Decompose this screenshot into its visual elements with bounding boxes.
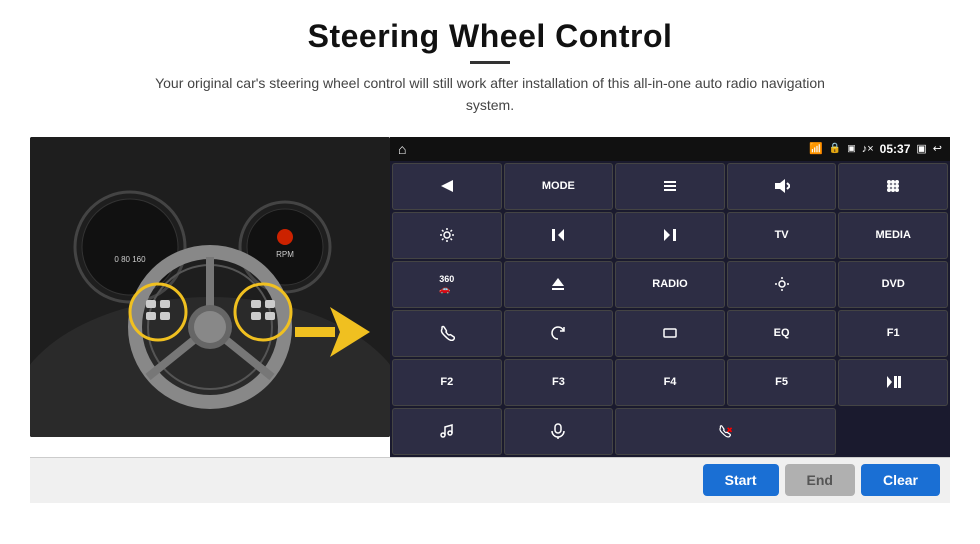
subtitle: Your original car's steering wheel contr… [140, 72, 840, 117]
btn-f1[interactable]: F1 [838, 310, 948, 357]
back-icon[interactable]: ↩ [933, 142, 942, 155]
page-title: Steering Wheel Control [140, 18, 840, 55]
btn-menu[interactable] [615, 163, 725, 210]
wifi-icon: 📶 [809, 142, 823, 155]
btn-eq[interactable]: EQ [727, 310, 837, 357]
btn-send[interactable] [392, 163, 502, 210]
home-icon[interactable]: ⌂ [398, 141, 406, 157]
btn-mode[interactable]: MODE [504, 163, 614, 210]
btn-playpause[interactable] [838, 359, 948, 406]
steering-illustration: 0 80 160 RPM [30, 137, 390, 437]
btn-mute[interactable] [727, 163, 837, 210]
btn-360-label: 360🚗 [439, 274, 454, 295]
content-row: 0 80 160 RPM [30, 137, 950, 457]
title-divider [470, 61, 510, 64]
button-grid: MODE TV MEDIA 360🚗 RADIO DVD [390, 161, 950, 457]
svg-text:0 80 160: 0 80 160 [114, 255, 146, 264]
btn-360[interactable]: 360🚗 [392, 261, 502, 308]
time-display: 05:37 [880, 142, 911, 156]
btn-rect[interactable] [615, 310, 725, 357]
btn-f1-label: F1 [887, 327, 900, 339]
control-panel: ⌂ 📶 🔒 ▣ ♪× 05:37 ▣ ↩ MODE [390, 137, 950, 457]
btn-swirl[interactable] [504, 310, 614, 357]
btn-eject[interactable] [504, 261, 614, 308]
btn-tv-label: TV [775, 229, 789, 241]
btn-f3-label: F3 [552, 376, 565, 388]
btn-media-label: MEDIA [875, 229, 910, 241]
btn-eq-label: EQ [774, 327, 790, 339]
page-wrapper: Steering Wheel Control Your original car… [0, 0, 980, 544]
btn-f2-label: F2 [440, 376, 453, 388]
status-right: 📶 🔒 ▣ ♪× 05:37 ▣ ↩ [809, 142, 942, 156]
btn-prev[interactable] [504, 212, 614, 259]
btn-f4[interactable]: F4 [615, 359, 725, 406]
btn-music[interactable] [392, 408, 502, 455]
btn-radio-label: RADIO [652, 278, 687, 290]
end-button[interactable]: End [785, 464, 855, 496]
btn-next[interactable] [615, 212, 725, 259]
btn-mode-label: MODE [542, 180, 575, 192]
btn-f4-label: F4 [664, 376, 677, 388]
btn-f2[interactable]: F2 [392, 359, 502, 406]
window-icon: ▣ [916, 142, 926, 155]
start-button[interactable]: Start [703, 464, 779, 496]
btn-tv[interactable]: TV [727, 212, 837, 259]
btn-media[interactable]: MEDIA [838, 212, 948, 259]
sd-icon: ▣ [847, 143, 856, 154]
status-bar: ⌂ 📶 🔒 ▣ ♪× 05:37 ▣ ↩ [390, 137, 950, 161]
btn-call[interactable] [615, 408, 836, 455]
btn-f3[interactable]: F3 [504, 359, 614, 406]
btn-dvd[interactable]: DVD [838, 261, 948, 308]
btn-radio[interactable]: RADIO [615, 261, 725, 308]
btn-brightness[interactable] [727, 261, 837, 308]
btn-f5-label: F5 [775, 376, 788, 388]
car-image: 0 80 160 RPM [30, 137, 390, 437]
bt-icon: ♪× [862, 143, 874, 155]
bottom-bar: Start End Clear [30, 457, 950, 503]
btn-mic[interactable] [504, 408, 614, 455]
clear-button[interactable]: Clear [861, 464, 940, 496]
btn-phone[interactable] [392, 310, 502, 357]
lock-icon: 🔒 [829, 143, 841, 154]
status-left: ⌂ [398, 141, 406, 157]
btn-f5[interactable]: F5 [727, 359, 837, 406]
btn-settings[interactable] [392, 212, 502, 259]
title-section: Steering Wheel Control Your original car… [140, 18, 840, 117]
btn-dvd-label: DVD [882, 278, 905, 290]
svg-text:RPM: RPM [276, 250, 294, 259]
btn-apps[interactable] [838, 163, 948, 210]
